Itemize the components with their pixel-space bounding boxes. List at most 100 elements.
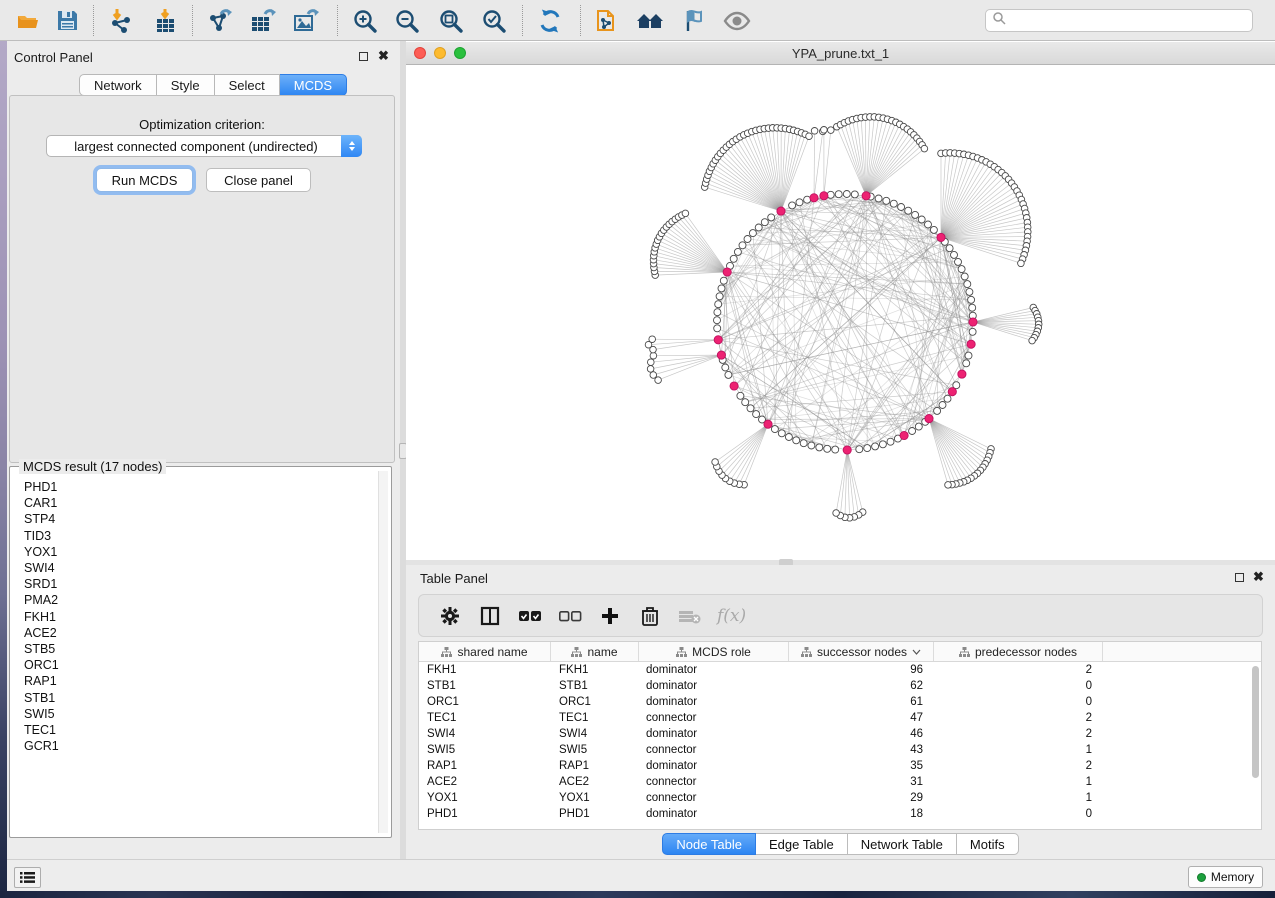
list-item[interactable]: FKH1 (12, 609, 374, 625)
float-window-icon[interactable] (359, 52, 368, 61)
list-item[interactable]: STB5 (12, 641, 374, 657)
close-panel-icon[interactable]: ✖ (1253, 572, 1264, 582)
tab-node-table[interactable]: Node Table (662, 833, 756, 855)
table-toolbar: f(x) (418, 594, 1263, 637)
table-row[interactable]: TEC1TEC1connector472 (419, 710, 1261, 726)
close-panel-button[interactable]: Close panel (206, 168, 311, 192)
export-image-icon[interactable] (288, 4, 322, 37)
table-cell-successor_nodes: 29 (789, 792, 934, 804)
list-item[interactable]: SWI4 (12, 560, 374, 576)
column-pane-icon[interactable] (477, 603, 503, 629)
save-icon[interactable] (50, 4, 84, 37)
network-view-window: YPA_prune.txt_1 (406, 41, 1275, 560)
table-cell-mcds_role: connector (639, 792, 789, 804)
gear-icon[interactable] (437, 603, 463, 629)
list-item[interactable]: GCR1 (12, 738, 374, 754)
mcds-tab-content: Optimization criterion: largest connecte… (9, 95, 395, 463)
tab-mcds[interactable]: MCDS (280, 74, 347, 96)
table-cell-name: PHD1 (551, 808, 639, 820)
column-header-name[interactable]: name (551, 642, 639, 661)
tab-network[interactable]: Network (79, 74, 157, 96)
list-item[interactable]: STB1 (12, 690, 374, 706)
table-row[interactable]: FKH1FKH1dominator962 (419, 662, 1261, 678)
table-cell-name: SWI5 (551, 744, 639, 756)
table-cell-shared_name: STB1 (419, 680, 551, 692)
table-row[interactable]: ACE2ACE2connector311 (419, 774, 1261, 790)
column-header-MCDS-role[interactable]: MCDS role (639, 642, 789, 661)
column-header-successor-nodes[interactable]: successor nodes (789, 642, 934, 661)
list-item[interactable]: TEC1 (12, 722, 374, 738)
table-cell-predecessor_nodes: 1 (934, 776, 1103, 788)
mcds-result-group: MCDS result (17 nodes) PHD1CAR1STP4TID3Y… (9, 466, 392, 838)
zoom-fit-icon[interactable] (434, 4, 468, 37)
table-cell-mcds_role: dominator (639, 808, 789, 820)
list-item[interactable]: STP4 (12, 511, 374, 527)
table-row[interactable]: SWI4SWI4dominator462 (419, 726, 1261, 742)
table-row[interactable]: ORC1ORC1dominator610 (419, 694, 1261, 710)
table-row[interactable]: RAP1RAP1dominator352 (419, 758, 1261, 774)
criterion-dropdown[interactable]: largest connected component (undirected) (46, 135, 362, 157)
list-item[interactable]: YOX1 (12, 544, 374, 560)
network-window-titlebar: YPA_prune.txt_1 (406, 42, 1275, 65)
export-table-icon[interactable] (245, 4, 279, 37)
table-row[interactable]: PHD1PHD1dominator180 (419, 806, 1261, 822)
list-item[interactable]: ACE2 (12, 625, 374, 641)
table-cell-name: TEC1 (551, 712, 639, 724)
delete-table-icon[interactable] (677, 603, 703, 629)
refresh-icon[interactable] (533, 4, 567, 37)
table-scrollbar-thumb[interactable] (1252, 666, 1259, 778)
tab-style[interactable]: Style (157, 74, 215, 96)
table-cell-successor_nodes: 96 (789, 664, 934, 676)
list-item[interactable]: TID3 (12, 528, 374, 544)
desktop-wallpaper-strip (0, 41, 7, 891)
list-item[interactable]: RAP1 (12, 673, 374, 689)
table-cell-name: ACE2 (551, 776, 639, 788)
import-network-icon[interactable] (104, 4, 138, 37)
zoom-out-icon[interactable] (390, 4, 424, 37)
tab-motifs[interactable]: Motifs (957, 833, 1019, 855)
select-all-icon[interactable] (517, 603, 543, 629)
network-file-icon[interactable] (590, 4, 624, 37)
table-cell-name: RAP1 (551, 760, 639, 772)
tab-edge-table[interactable]: Edge Table (756, 833, 848, 855)
table-row[interactable]: STB1STB1dominator620 (419, 678, 1261, 694)
list-item[interactable]: ORC1 (12, 657, 374, 673)
memory-label: Memory (1211, 870, 1254, 884)
list-item[interactable]: SRD1 (12, 576, 374, 592)
network-canvas[interactable] (406, 65, 1275, 560)
table-cell-shared_name: YOX1 (419, 792, 551, 804)
run-mcds-button[interactable]: Run MCDS (96, 168, 193, 192)
open-folder-icon[interactable] (10, 4, 44, 37)
table-row[interactable]: SWI5SWI5connector431 (419, 742, 1261, 758)
delete-column-icon[interactable] (637, 603, 663, 629)
task-history-button[interactable] (14, 867, 41, 888)
search-input[interactable] (1007, 12, 1252, 30)
table-row[interactable]: YOX1YOX1connector291 (419, 790, 1261, 806)
list-item[interactable]: PMA2 (12, 592, 374, 608)
table-cell-shared_name: PHD1 (419, 808, 551, 820)
deselect-all-icon[interactable] (557, 603, 583, 629)
tab-select[interactable]: Select (215, 74, 280, 96)
add-column-icon[interactable] (597, 603, 623, 629)
list-item[interactable]: SWI5 (12, 706, 374, 722)
column-header-label: shared name (457, 645, 527, 659)
close-panel-icon[interactable]: ✖ (378, 51, 389, 61)
result-scrollbar[interactable] (378, 471, 388, 833)
hide-graphics-icon[interactable] (676, 4, 710, 37)
memory-button[interactable]: Memory (1188, 866, 1263, 888)
import-table-icon[interactable] (148, 4, 182, 37)
eye-icon[interactable] (720, 4, 754, 37)
column-header-shared-name[interactable]: shared name (419, 642, 551, 661)
table-cell-predecessor_nodes: 2 (934, 728, 1103, 740)
zoom-in-icon[interactable] (348, 4, 382, 37)
zoom-selected-icon[interactable] (477, 4, 511, 37)
export-network-icon[interactable] (203, 4, 237, 37)
float-window-icon[interactable] (1235, 573, 1244, 582)
list-item[interactable]: PHD1 (12, 479, 374, 495)
column-header-predecessor-nodes[interactable]: predecessor nodes (934, 642, 1103, 661)
table-cell-mcds_role: dominator (639, 760, 789, 772)
home-icon[interactable] (633, 4, 667, 37)
list-item[interactable]: CAR1 (12, 495, 374, 511)
function-builder-icon[interactable]: f(x) (717, 606, 746, 626)
tab-network-table[interactable]: Network Table (848, 833, 957, 855)
